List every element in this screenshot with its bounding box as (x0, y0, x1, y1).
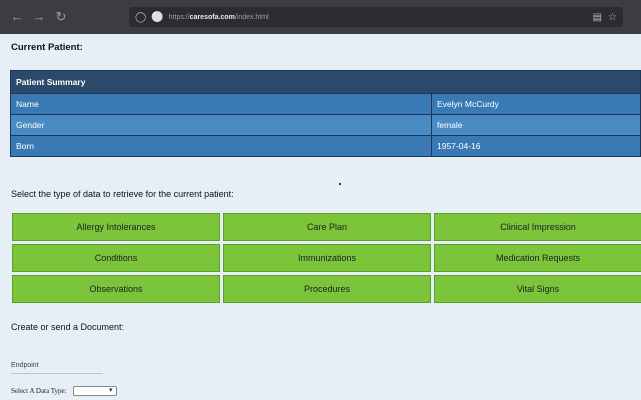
datatype-label: Select A Data Type: (11, 387, 67, 395)
address-bar[interactable]: ◯ ⚪ https://caresofa.com/index.html ▤ ☆ (129, 7, 623, 27)
browser-toolbar: ← → ↻ ◯ ⚪ https://caresofa.com/index.htm… (0, 0, 641, 34)
back-icon[interactable]: ← (8, 0, 26, 34)
lock-icon: ⚪ (151, 11, 164, 23)
summary-row: Name Evelyn McCurdy (10, 93, 641, 115)
summary-row: Gender female (10, 114, 641, 136)
summary-label: Name (10, 93, 432, 115)
datatype-row: Select A Data Type: ▾ (11, 386, 117, 396)
care-plan-button[interactable]: Care Plan (223, 213, 431, 241)
page-title: Current Patient: (11, 42, 83, 53)
datatype-select[interactable]: ▾ (72, 386, 117, 396)
document-prompt: Create or send a Document: (11, 322, 125, 332)
summary-value: 1957-04-16 (431, 135, 641, 157)
chevron-down-icon: ▾ (109, 386, 113, 394)
mouse-cursor (339, 183, 341, 185)
allergy-intolerances-button[interactable]: Allergy Intolerances (12, 213, 220, 241)
url-domain: caresofa.com (189, 13, 235, 21)
procedures-button[interactable]: Procedures (223, 275, 431, 303)
observations-button[interactable]: Observations (12, 275, 220, 303)
summary-label: Gender (10, 114, 432, 136)
clinical-impression-button[interactable]: Clinical Impression (434, 213, 641, 241)
vital-signs-button[interactable]: Vital Signs (434, 275, 641, 303)
medication-requests-button[interactable]: Medication Requests (434, 244, 641, 272)
reader-icon[interactable]: ▤ (593, 12, 602, 23)
summary-value: Evelyn McCurdy (431, 93, 641, 115)
url-text: https://caresofa.com/index.html (169, 14, 269, 21)
endpoint-field[interactable]: Endpoint (11, 362, 103, 374)
summary-value: female (431, 114, 641, 136)
forward-icon[interactable]: → (30, 0, 48, 34)
shield-icon: ◯ (135, 11, 147, 23)
select-data-prompt: Select the type of data to retrieve for … (11, 189, 234, 199)
summary-header: Patient Summary (10, 70, 641, 94)
immunizations-button[interactable]: Immunizations (223, 244, 431, 272)
summary-label: Born (10, 135, 432, 157)
data-type-buttons: Allergy Intolerances Care Plan Clinical … (12, 213, 641, 303)
reload-icon[interactable]: ↻ (52, 0, 70, 34)
bookmark-star-icon[interactable]: ☆ (608, 12, 617, 23)
url-path: /index.html (234, 13, 269, 21)
url-prefix: https:// (168, 13, 190, 21)
summary-row: Born 1957-04-16 (10, 135, 641, 157)
conditions-button[interactable]: Conditions (12, 244, 220, 272)
patient-summary-table: Patient Summary Name Evelyn McCurdy Gend… (10, 70, 641, 157)
